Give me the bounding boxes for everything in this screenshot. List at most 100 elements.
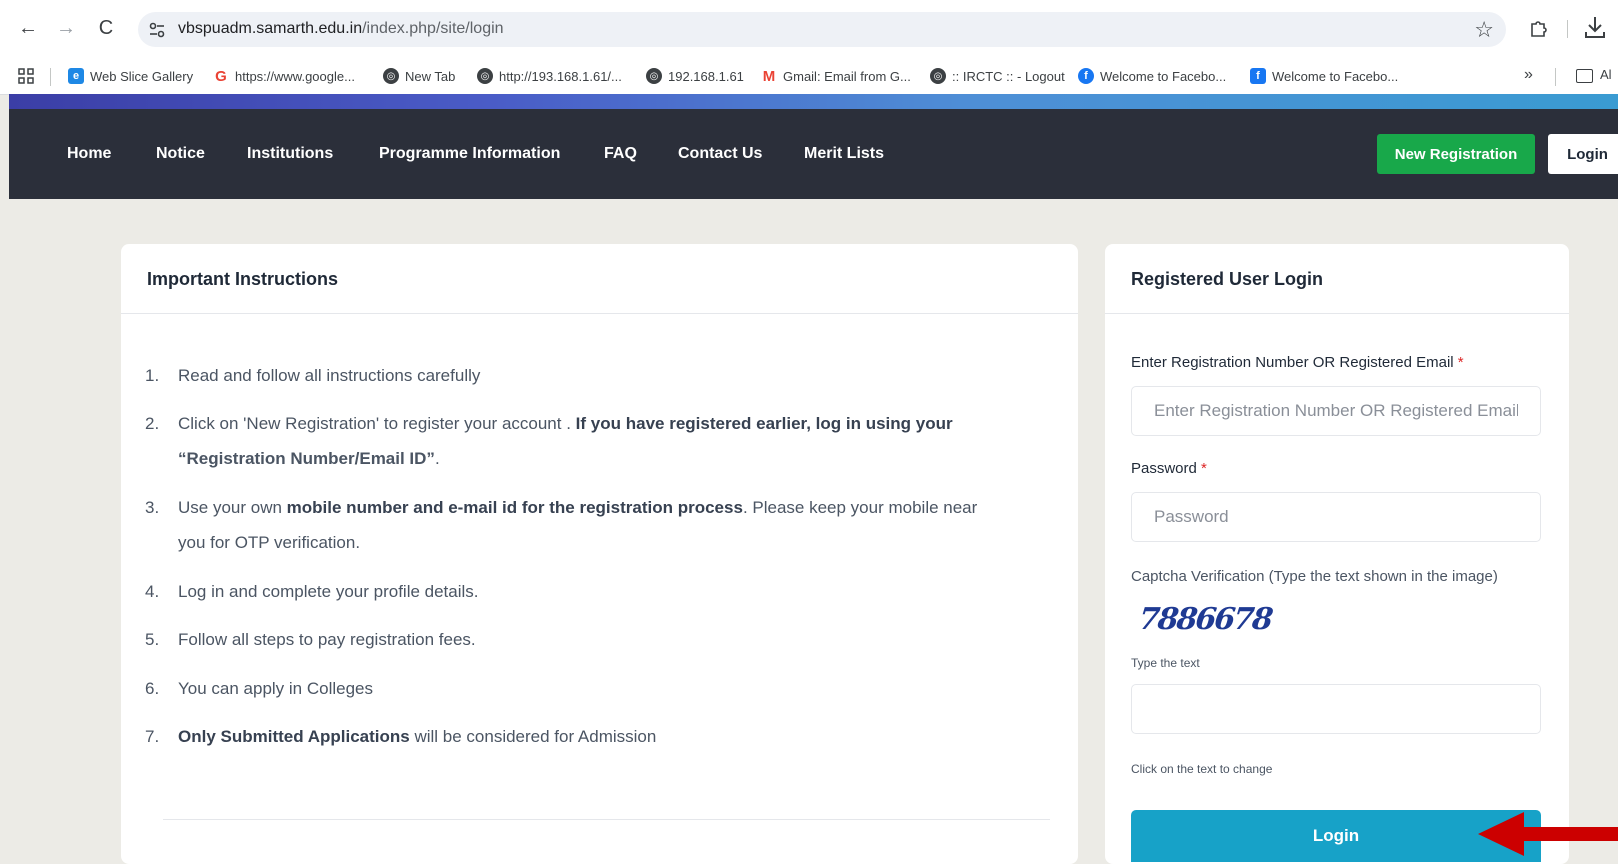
instruction-text: . Please keep your mobile near bbox=[742, 498, 978, 517]
globe-icon: ◎ bbox=[477, 68, 493, 84]
instruction-text: Click on 'New Registration' to register … bbox=[178, 414, 576, 433]
bookmark-label: 192.168.1.61 bbox=[668, 68, 744, 84]
instruction-continuation: you for OTP verification. bbox=[178, 533, 361, 552]
instruction-number: 3. bbox=[145, 498, 160, 517]
nav-home[interactable]: Home bbox=[67, 145, 111, 163]
instruction-bold-text: mobile number and e-mail id for the regi… bbox=[286, 498, 743, 517]
address-bar[interactable]: vbspuadm.samarth.edu.in/index.php/site/l… bbox=[138, 12, 1506, 47]
instruction-item: 4. Log in and complete your profile detai… bbox=[145, 574, 479, 609]
instruction-text: Follow all steps to pay registration fee… bbox=[178, 630, 476, 649]
facebook-square-icon: f bbox=[1250, 68, 1266, 84]
captcha-hint: Click on the text to change bbox=[1131, 762, 1273, 776]
password-input[interactable] bbox=[1131, 492, 1541, 542]
toolbar-separator bbox=[1567, 20, 1568, 38]
instruction-text: will be considered for Admission bbox=[409, 727, 657, 746]
extensions-icon[interactable] bbox=[1527, 16, 1551, 40]
instruction-item: 6. You can apply in Colleges bbox=[145, 671, 373, 706]
bookmark-label: Gmail: Email from G... bbox=[783, 68, 911, 84]
google-icon: G bbox=[215, 67, 227, 85]
bookmark-label: https://www.google... bbox=[235, 68, 355, 84]
globe-icon: ◎ bbox=[383, 68, 399, 84]
nav-notice[interactable]: Notice bbox=[156, 145, 205, 163]
instructions-card: Important Instructions 1. Read and follow… bbox=[121, 244, 1078, 864]
bookmark-label: :: IRCTC :: - Logout bbox=[952, 68, 1065, 84]
instruction-text: Read and follow all instructions careful… bbox=[178, 366, 481, 385]
instruction-item: 3. Use your own mobile number and e-mail … bbox=[145, 490, 977, 525]
username-label: Enter Registration Number OR Registered … bbox=[1131, 354, 1464, 371]
site-navbar: Home Notice Institutions Programme Infor… bbox=[9, 109, 1618, 199]
bookmark-gmail[interactable]: M Gmail: Email from G... bbox=[761, 66, 911, 86]
instruction-number: 5. bbox=[145, 630, 160, 649]
instruction-number: 2. bbox=[145, 414, 160, 433]
bookmark-label: http://193.168.1.61/... bbox=[499, 68, 622, 84]
type-text-label: Type the text bbox=[1131, 656, 1200, 670]
nav-contact-us[interactable]: Contact Us bbox=[678, 145, 762, 163]
gmail-icon: M bbox=[762, 67, 776, 85]
login-title: Registered User Login bbox=[1105, 244, 1569, 314]
bookmark-193-168-1-61[interactable]: ◎ http://193.168.1.61/... bbox=[477, 66, 622, 86]
globe-icon: ◎ bbox=[930, 68, 946, 84]
download-icon[interactable] bbox=[1582, 14, 1608, 42]
password-label-text: Password bbox=[1131, 460, 1197, 477]
bookmark-google[interactable]: G https://www.google... bbox=[213, 66, 355, 86]
required-mark: * bbox=[1201, 460, 1207, 477]
instruction-item: 2. Click on 'New Registration' to registe… bbox=[145, 406, 953, 441]
red-arrow-annotation bbox=[1478, 812, 1618, 856]
url-text[interactable]: vbspuadm.samarth.edu.in/index.php/site/l… bbox=[178, 20, 504, 38]
instruction-text: Use your own bbox=[178, 498, 287, 517]
instruction-number: 7. bbox=[145, 727, 160, 746]
instruction-item: 1. Read and follow all instructions caref… bbox=[145, 358, 480, 393]
nav-faq[interactable]: FAQ bbox=[604, 145, 637, 163]
password-label: Password * bbox=[1131, 460, 1207, 477]
back-arrow-icon[interactable]: ← bbox=[14, 14, 42, 42]
bookmark-irctc[interactable]: ◎ :: IRCTC :: - Logout bbox=[930, 66, 1065, 86]
folder-icon[interactable] bbox=[1576, 69, 1593, 83]
instruction-item: 5. Follow all steps to pay registration f… bbox=[145, 622, 476, 657]
instruction-text: You can apply in Colleges bbox=[178, 679, 374, 698]
facebook-icon: f bbox=[1078, 68, 1094, 84]
bookmark-new-tab[interactable]: ◎ New Tab bbox=[383, 66, 455, 86]
required-mark: * bbox=[1457, 354, 1464, 371]
nav-institutions[interactable]: Institutions bbox=[247, 145, 333, 163]
instruction-continuation: “Registration Number/Email ID”. bbox=[178, 441, 440, 476]
new-registration-button[interactable]: New Registration bbox=[1377, 134, 1535, 174]
site-settings-icon[interactable] bbox=[148, 21, 166, 39]
url-host: vbspuadm.samarth.edu.in bbox=[178, 20, 363, 37]
captcha-image[interactable]: 7886678 bbox=[1137, 602, 1273, 637]
web-slice-icon: e bbox=[68, 68, 84, 84]
username-input[interactable] bbox=[1131, 386, 1541, 436]
bookmark-label: Welcome to Facebo... bbox=[1272, 68, 1399, 84]
instruction-text: Log in and complete your profile details… bbox=[178, 582, 479, 601]
nav-programme-information[interactable]: Programme Information bbox=[379, 145, 560, 163]
instructions-title: Important Instructions bbox=[121, 244, 1078, 314]
bookmarks-separator bbox=[50, 68, 51, 86]
bookmark-label: New Tab bbox=[405, 68, 456, 84]
instruction-bold-text: Only Submitted Applications bbox=[178, 727, 410, 746]
bookmark-star-icon[interactable]: ☆ bbox=[1474, 17, 1494, 43]
url-path: /index.php/site/login bbox=[362, 20, 504, 37]
bookmark-facebook-2[interactable]: f Welcome to Facebo... bbox=[1250, 66, 1398, 86]
bookmark-192-168-1-61[interactable]: ◎ 192.168.1.61 bbox=[646, 66, 744, 86]
globe-icon: ◎ bbox=[646, 68, 662, 84]
forward-arrow-icon[interactable]: → bbox=[52, 14, 80, 42]
bookmarks-more-button[interactable]: » bbox=[1524, 66, 1533, 84]
instruction-bold-text: “Registration Number/Email ID” bbox=[178, 449, 435, 468]
header-login-button[interactable]: Login bbox=[1548, 134, 1618, 174]
instruction-text: . bbox=[434, 449, 440, 468]
bookmarks-bar: e Web Slice Gallery G https://www.google… bbox=[0, 58, 1618, 95]
instruction-number: 6. bbox=[145, 679, 160, 698]
captcha-input[interactable] bbox=[1131, 684, 1541, 734]
reload-icon[interactable]: C bbox=[92, 14, 120, 42]
instructions-divider bbox=[163, 819, 1050, 820]
bookmark-facebook-1[interactable]: f Welcome to Facebo... bbox=[1078, 66, 1226, 86]
bookmark-web-slice-gallery[interactable]: e Web Slice Gallery bbox=[68, 66, 193, 86]
username-label-text: Enter Registration Number OR Registered … bbox=[1131, 354, 1454, 371]
nav-merit-lists[interactable]: Merit Lists bbox=[804, 145, 884, 163]
captcha-label: Captcha Verification (Type the text show… bbox=[1131, 568, 1498, 585]
instruction-bold-text: If you have registered earlier, log in u… bbox=[575, 414, 953, 433]
login-card: Registered User Login Enter Registration… bbox=[1105, 244, 1569, 864]
header-gradient-strip bbox=[9, 94, 1618, 109]
all-bookmarks-label[interactable]: Al bbox=[1600, 67, 1612, 82]
apps-grid-icon[interactable] bbox=[18, 68, 34, 84]
bookmarks-separator bbox=[1555, 68, 1556, 86]
